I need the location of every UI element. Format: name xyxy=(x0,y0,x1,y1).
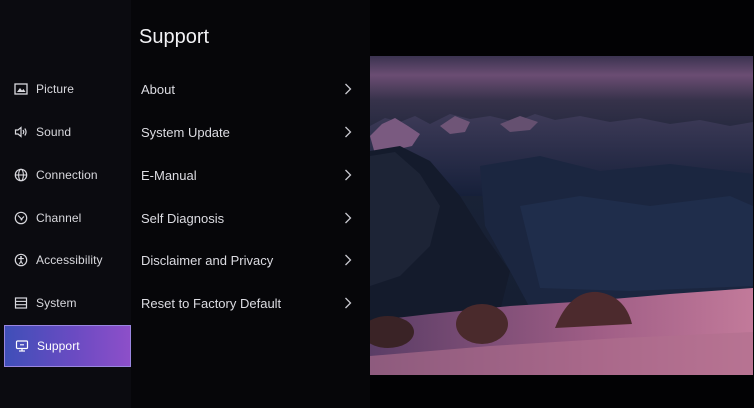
globe-icon xyxy=(12,166,30,184)
picture-icon xyxy=(12,80,30,98)
support-menu: Support About System Update E-Manual Sel… xyxy=(131,0,370,408)
sidebar-item-accessibility[interactable]: Accessibility xyxy=(4,239,131,281)
sidebar-item-channel[interactable]: Channel xyxy=(4,197,131,239)
chevron-right-icon xyxy=(338,208,358,228)
menu-item-reset-factory-default[interactable]: Reset to Factory Default xyxy=(131,282,370,324)
sidebar-item-label: Connection xyxy=(36,168,98,182)
sidebar-item-picture[interactable]: Picture xyxy=(4,68,131,110)
system-icon xyxy=(12,294,30,312)
page-title: Support xyxy=(139,26,210,48)
menu-item-system-update[interactable]: System Update xyxy=(131,111,370,153)
channel-icon xyxy=(12,209,30,227)
support-icon xyxy=(13,337,31,355)
menu-item-disclaimer-privacy[interactable]: Disclaimer and Privacy xyxy=(131,239,370,281)
sidebar-item-connection[interactable]: Connection xyxy=(4,154,131,196)
sidebar-item-label: System xyxy=(36,296,77,310)
sound-icon xyxy=(12,123,30,141)
menu-item-label: Disclaimer and Privacy xyxy=(141,252,274,268)
menu-item-label: Self Diagnosis xyxy=(141,210,225,226)
preview-image xyxy=(370,56,753,375)
menu-item-label: E-Manual xyxy=(141,167,197,183)
sidebar-item-label: Sound xyxy=(36,125,72,139)
menu-item-label: Reset to Factory Default xyxy=(141,295,282,311)
sidebar-item-sound[interactable]: Sound xyxy=(4,111,131,153)
chevron-right-icon xyxy=(338,165,358,185)
sidebar-item-support[interactable]: Support xyxy=(4,325,131,367)
tv-settings-screen: Picture Sound Connection Channel Accessi… xyxy=(0,0,754,408)
menu-item-e-manual[interactable]: E-Manual xyxy=(131,154,370,196)
category-sidebar: Picture Sound Connection Channel Accessi… xyxy=(0,0,131,408)
accessibility-icon xyxy=(12,251,30,269)
menu-item-about[interactable]: About xyxy=(131,68,370,110)
sidebar-item-system[interactable]: System xyxy=(4,282,131,324)
chevron-right-icon xyxy=(338,122,358,142)
preview-bottom-bar xyxy=(370,375,754,408)
menu-item-label: About xyxy=(141,81,175,97)
sidebar-item-label: Picture xyxy=(36,82,75,96)
chevron-right-icon xyxy=(338,293,358,313)
menu-item-label: System Update xyxy=(141,124,230,140)
chevron-right-icon xyxy=(338,79,358,99)
menu-item-self-diagnosis[interactable]: Self Diagnosis xyxy=(131,197,370,239)
chevron-right-icon xyxy=(338,250,358,270)
sidebar-item-label: Support xyxy=(37,339,80,353)
sidebar-item-label: Channel xyxy=(36,211,82,225)
sidebar-item-label: Accessibility xyxy=(36,253,103,267)
